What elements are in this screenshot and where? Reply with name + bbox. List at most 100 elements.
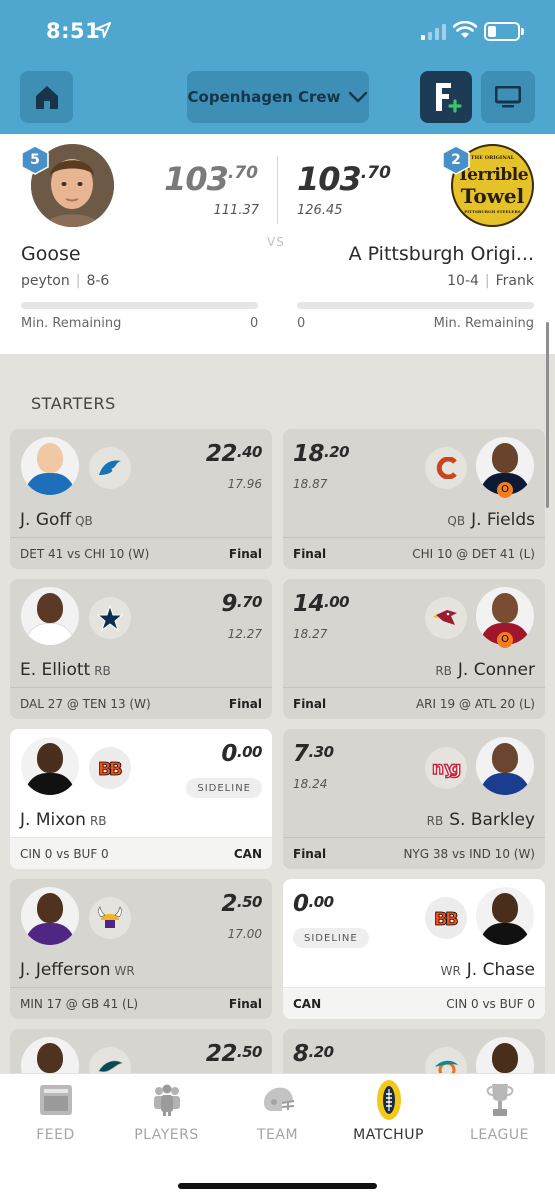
- cardinals-logo-icon: [425, 597, 467, 639]
- sideline-badge: SIDELINE: [293, 928, 369, 948]
- vs-label: VS: [267, 235, 285, 249]
- location-arrow-icon: [95, 22, 111, 38]
- battery-tip: [521, 28, 524, 35]
- player-projection: 18.87: [293, 477, 328, 491]
- monitor-icon: [495, 86, 521, 108]
- towel-text-line2: Towel: [460, 184, 525, 208]
- player-card-conner[interactable]: O 14.00 18.27 RB J. Conner Final ARI 19 @ …: [283, 579, 545, 719]
- player-card-chase[interactable]: BB 0.00 SIDELINE WR J. Chase CAN CIN 0 vs …: [283, 879, 545, 1019]
- projected-score-right: 126.45: [297, 203, 343, 218]
- team-name-left[interactable]: Goose: [21, 243, 81, 265]
- player-name: J. Jefferson WR: [20, 960, 135, 980]
- chevron-down-icon: [349, 91, 368, 103]
- player-photo: [476, 887, 534, 945]
- team-score-left: 103.70: [164, 160, 258, 198]
- team-score-right: 103.70: [297, 160, 391, 198]
- player-card-goff[interactable]: 22.40 17.96 J. Goff QB DET 41 vs CHI 10 (…: [10, 429, 272, 569]
- home-indicator[interactable]: [178, 1183, 377, 1189]
- vikings-logo-icon: [89, 897, 131, 939]
- player-score: 22.50: [205, 1041, 263, 1067]
- player-game-info: DAL 27 @ TEN 13 (W) Final: [10, 687, 272, 719]
- live-view-button[interactable]: [481, 71, 535, 123]
- player-game-info: Final CHI 10 @ DET 41 (L): [283, 537, 545, 569]
- progress-bar-left: [21, 302, 258, 309]
- bottom-nav: FEED PLAYERS TEAM MATCHUP LEAGUE: [0, 1073, 555, 1200]
- player-card-fields[interactable]: O 18.20 18.87 QB J. Fields Final CHI 10 @ …: [283, 429, 545, 569]
- player-name: WR J. Chase: [440, 960, 535, 980]
- bengals-logo-icon: BB: [89, 747, 131, 789]
- player-game-info: MIN 17 @ GB 41 (L) Final: [10, 987, 272, 1019]
- score-divider: [277, 156, 278, 224]
- player-game-info: Final NYG 38 vs IND 10 (W): [283, 837, 545, 869]
- player-name: E. Elliott RB: [20, 660, 111, 680]
- player-projection: 18.27: [293, 627, 328, 641]
- football-icon: [333, 1080, 444, 1120]
- player-photo: [21, 887, 79, 945]
- player-card-barkley[interactable]: ny g 7.30 18.24 RB S. Barkley Final NYG 38 …: [283, 729, 545, 869]
- nav-players[interactable]: PLAYERS: [111, 1074, 222, 1164]
- sideline-badge: SIDELINE: [186, 778, 262, 798]
- player-projection: 12.27: [227, 627, 262, 641]
- player-score: 18.20: [293, 441, 350, 467]
- home-button[interactable]: [20, 71, 73, 123]
- player-score: 2.50: [221, 891, 262, 917]
- svg-text:g: g: [449, 759, 461, 779]
- player-game-info: DET 41 vs CHI 10 (W) Final: [10, 537, 272, 569]
- min-remaining-label-left: Min. Remaining: [21, 316, 122, 331]
- player-name: RB S. Barkley: [426, 810, 535, 830]
- f-plus-icon: [436, 83, 462, 113]
- nav-league[interactable]: LEAGUE: [444, 1074, 555, 1164]
- player-score: 8.20: [293, 1041, 334, 1067]
- helmet-icon: [222, 1080, 333, 1120]
- scrollbar[interactable]: [546, 322, 549, 508]
- players-icon: [111, 1080, 222, 1120]
- player-name: J. Mixon RB: [20, 810, 107, 830]
- player-score: 14.00: [293, 591, 350, 617]
- player-card-jefferson[interactable]: 2.50 17.00 J. Jefferson WR MIN 17 @ GB 41…: [10, 879, 272, 1019]
- player-name: QB J. Fields: [447, 510, 535, 530]
- player-game-info: Final ARI 19 @ ATL 20 (L): [283, 687, 545, 719]
- player-card-mixon[interactable]: BB 0.00 SIDELINE J. Mixon RB CIN 0 vs BUF…: [10, 729, 272, 869]
- player-photo: [476, 737, 534, 795]
- player-card-elliott[interactable]: 9.70 12.27 E. Elliott RB DAL 27 @ TEN 13 …: [10, 579, 272, 719]
- player-projection: 18.24: [293, 777, 328, 791]
- player-name: RB J. Conner: [435, 660, 535, 680]
- player-projection: 17.00: [227, 927, 262, 941]
- home-icon: [36, 86, 58, 109]
- giants-logo-icon: ny g: [425, 747, 467, 789]
- status-time: 8:51: [46, 19, 101, 43]
- svg-text:B: B: [445, 909, 459, 929]
- nav-matchup[interactable]: MATCHUP: [333, 1074, 444, 1164]
- nav-team[interactable]: TEAM: [222, 1074, 333, 1164]
- injury-out-badge: O: [497, 482, 513, 498]
- wifi-icon: [453, 21, 477, 38]
- rank-badge-left: 5: [20, 145, 50, 175]
- player-photo: [21, 737, 79, 795]
- svg-text:B: B: [109, 759, 123, 779]
- player-name: J. Goff QB: [20, 510, 93, 530]
- player-score: 22.40: [205, 441, 263, 467]
- nav-label: LEAGUE: [470, 1127, 529, 1143]
- trophy-icon: [444, 1080, 555, 1120]
- section-title-starters: STARTERS: [31, 394, 116, 413]
- owner-record-right: 10-4 | Frank: [447, 273, 534, 289]
- nav-feed[interactable]: FEED: [0, 1074, 111, 1164]
- league-dropdown[interactable]: Copenhagen Crew: [187, 71, 369, 123]
- bears-logo-icon: [425, 447, 467, 489]
- injury-out-badge: O: [497, 632, 513, 648]
- player-score: 0.00: [221, 741, 262, 767]
- player-game-info: CAN CIN 0 vs BUF 0: [283, 987, 545, 1019]
- progress-bar-right: [297, 302, 534, 309]
- owner-record-left: peyton | 8-6: [21, 273, 110, 289]
- league-name: Copenhagen Crew: [187, 88, 341, 106]
- team-name-right[interactable]: A Pittsburgh Origi...: [349, 243, 534, 265]
- lions-logo-icon: [89, 447, 131, 489]
- rank-badge-right: 2: [441, 145, 471, 175]
- add-league-button[interactable]: [420, 71, 472, 123]
- player-score: 9.70: [221, 591, 262, 617]
- signal-icon: [421, 24, 446, 40]
- projected-score-left: 111.37: [213, 203, 260, 218]
- player-projection: 17.96: [227, 477, 262, 491]
- player-score: 7.30: [293, 741, 334, 767]
- min-remaining-label-right: Min. Remaining: [433, 316, 534, 331]
